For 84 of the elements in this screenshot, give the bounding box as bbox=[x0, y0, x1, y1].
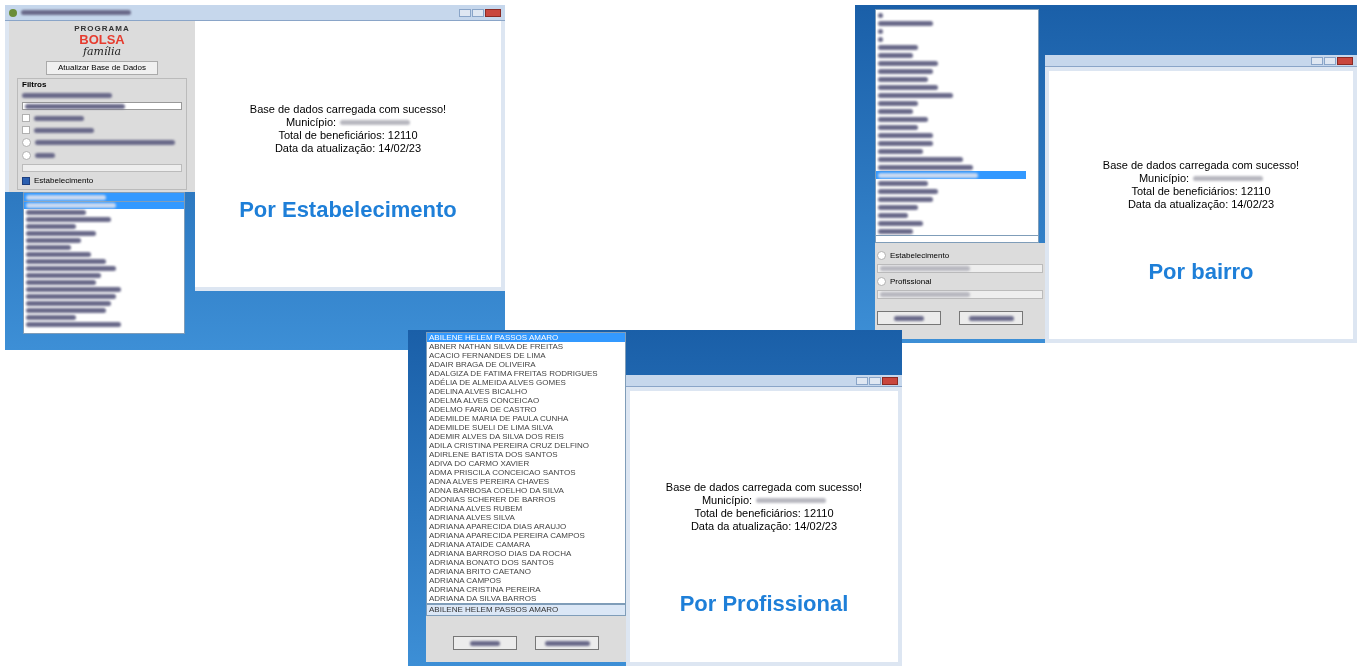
checkbox[interactable] bbox=[22, 114, 30, 122]
blurred-text bbox=[878, 212, 908, 218]
dropdown-field[interactable] bbox=[877, 290, 1043, 299]
close-icon[interactable] bbox=[485, 8, 501, 17]
blurred-text bbox=[878, 12, 883, 18]
blurred-text bbox=[878, 124, 918, 130]
status-message: Base de dados carregada com sucesso! bbox=[249, 103, 447, 116]
beneficiaries-total: Total de beneficiários: 12110 bbox=[1131, 185, 1271, 198]
blurred-text bbox=[756, 498, 827, 503]
checkbox[interactable] bbox=[22, 176, 30, 185]
blurred-text bbox=[26, 315, 76, 320]
municipality-label: Município: bbox=[285, 116, 337, 129]
blurred-text bbox=[1193, 176, 1264, 181]
municipality-label: Município: bbox=[1138, 172, 1190, 185]
radio-button[interactable] bbox=[877, 251, 886, 260]
blurred-text bbox=[878, 188, 938, 194]
dropdown-field[interactable] bbox=[22, 102, 182, 110]
blurred-text bbox=[470, 640, 500, 646]
blurred-text bbox=[35, 153, 55, 158]
blurred-text bbox=[878, 116, 928, 122]
radio-label: Profissional bbox=[890, 277, 932, 286]
group-title: Filtros bbox=[22, 80, 48, 89]
map-button[interactable] bbox=[877, 311, 941, 325]
blurred-text bbox=[26, 252, 91, 257]
map-button[interactable] bbox=[453, 636, 517, 650]
option-label: Estabelecimento bbox=[34, 176, 94, 185]
dropdown-menu[interactable] bbox=[23, 192, 185, 334]
dropdown-menu[interactable] bbox=[426, 332, 626, 604]
update-date: Data da atualização: 14/02/23 bbox=[274, 142, 422, 155]
blurred-text bbox=[968, 315, 1014, 321]
beneficiaries-total: Total de beneficiários: 12110 bbox=[278, 129, 418, 142]
municipality-label: Município: bbox=[701, 494, 753, 507]
blurred-text bbox=[34, 115, 84, 121]
program-logo: PROGRAMA BOLSA família bbox=[74, 25, 130, 57]
dropdown-field[interactable] bbox=[877, 264, 1043, 273]
status-message: Base de dados carregada com sucesso! bbox=[1102, 159, 1300, 172]
blurred-text bbox=[878, 76, 928, 82]
radio-label: Estabelecimento bbox=[890, 251, 950, 260]
blurred-text bbox=[26, 231, 96, 236]
blurred-text bbox=[26, 224, 76, 229]
dropdown-field[interactable] bbox=[24, 193, 184, 202]
radio-button[interactable] bbox=[22, 151, 31, 160]
blurred-text bbox=[878, 68, 933, 74]
blurred-text bbox=[878, 132, 933, 138]
blurred-text bbox=[878, 52, 913, 58]
blurred-text bbox=[544, 640, 590, 646]
radio-button[interactable] bbox=[22, 138, 31, 147]
update-date: Data da atualização: 14/02/23 bbox=[690, 520, 838, 533]
blurred-text bbox=[878, 60, 938, 66]
blurred-text bbox=[34, 127, 94, 133]
dropdown-field[interactable]: ABILENE HELEM PASSOS AMARO bbox=[426, 604, 626, 616]
blurred-text bbox=[878, 44, 918, 50]
blurred-text bbox=[878, 140, 933, 146]
blurred-text bbox=[26, 245, 71, 250]
radio-button[interactable] bbox=[877, 277, 886, 286]
blurred-text bbox=[878, 20, 933, 26]
beneficiaries-total: Total de beneficiários: 12110 bbox=[694, 507, 834, 520]
blurred-text bbox=[340, 120, 411, 125]
checkbox[interactable] bbox=[22, 126, 30, 134]
update-database-button[interactable]: Atualizar Base de Dados bbox=[46, 61, 158, 75]
status-message: Base de dados carregada com sucesso! bbox=[665, 481, 863, 494]
blurred-text bbox=[878, 196, 933, 202]
blurred-text bbox=[878, 180, 928, 186]
blurred-text bbox=[26, 210, 86, 215]
update-date: Data da atualização: 14/02/23 bbox=[1127, 198, 1275, 211]
heat-map-button[interactable] bbox=[535, 636, 599, 650]
blurred-text bbox=[894, 315, 924, 321]
caption-label: Por Estabelecimento bbox=[239, 197, 457, 223]
caption-label: Por Profissional bbox=[679, 591, 849, 617]
blurred-text bbox=[878, 148, 923, 154]
blurred-text bbox=[878, 84, 938, 90]
close-icon[interactable] bbox=[1337, 56, 1353, 65]
blurred-text bbox=[26, 238, 81, 243]
blurred-text bbox=[26, 280, 96, 285]
blurred-text bbox=[878, 108, 913, 114]
blurred-text bbox=[878, 204, 918, 210]
blurred-text bbox=[878, 220, 923, 226]
blurred-text bbox=[878, 100, 918, 106]
app-icon bbox=[9, 8, 17, 17]
dropdown-menu[interactable] bbox=[875, 9, 1039, 243]
close-icon[interactable] bbox=[882, 376, 898, 385]
heat-map-button[interactable] bbox=[959, 311, 1023, 325]
blurred-text bbox=[878, 228, 913, 234]
caption-label: Por bairro bbox=[1148, 259, 1254, 285]
